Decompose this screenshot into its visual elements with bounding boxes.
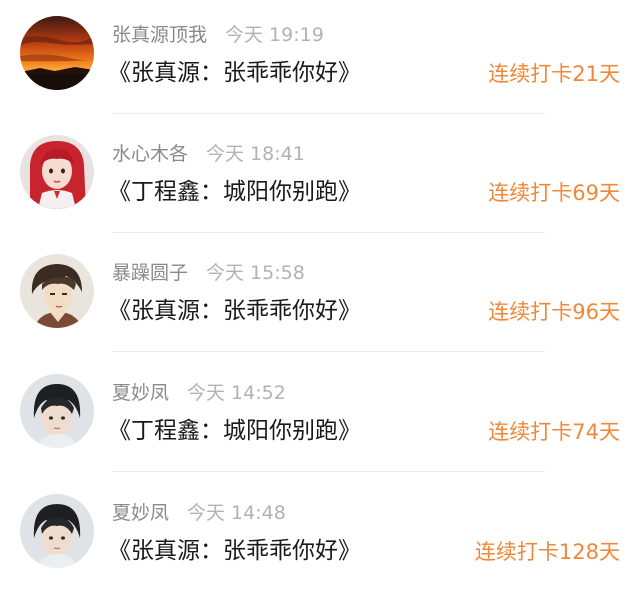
streak-badge: 连续打卡21天 [488,62,620,86]
sunset-avatar-icon [20,16,94,90]
boy-portrait-avatar-icon [20,494,94,568]
red-hair-girl-avatar-icon [20,135,94,209]
timestamp: 今天 18:41 [206,143,305,165]
anime-boy-avatar-icon [20,254,94,328]
list-item[interactable]: 暴躁圆子 今天 15:58 《张真源：张乖乖你好》 连续打卡96天 [0,232,640,352]
item-meta: 暴躁圆子 今天 15:58 [112,260,305,286]
streak-badge: 连续打卡69天 [488,181,620,205]
boy-portrait-avatar-icon [20,374,94,448]
list-item[interactable]: 夏妙凤 今天 14:48 《张真源：张乖乖你好》 连续打卡128天 [0,472,640,592]
username[interactable]: 夏妙凤 [112,382,169,404]
streak-badge: 连续打卡74天 [488,420,620,444]
avatar[interactable] [20,494,94,568]
username[interactable]: 水心木各 [112,143,188,165]
avatar[interactable] [20,135,94,209]
username[interactable]: 张真源顶我 [112,24,207,46]
timestamp: 今天 14:52 [187,382,286,404]
timestamp: 今天 14:48 [187,502,286,524]
avatar[interactable] [20,374,94,448]
streak-badge: 连续打卡96天 [488,300,620,324]
checkin-content[interactable]: 《张真源：张乖乖你好》 [108,535,361,567]
avatar[interactable] [20,16,94,90]
list-item[interactable]: 水心木各 今天 18:41 《丁程鑫：城阳你别跑》 连续打卡69天 [0,113,640,233]
checkin-content[interactable]: 《张真源：张乖乖你好》 [108,57,361,89]
item-meta: 水心木各 今天 18:41 [112,141,305,167]
item-meta: 夏妙凤 今天 14:52 [112,380,286,406]
username[interactable]: 夏妙凤 [112,502,169,524]
timestamp: 今天 19:19 [225,24,324,46]
item-meta: 夏妙凤 今天 14:48 [112,500,286,526]
avatar[interactable] [20,254,94,328]
streak-badge: 连续打卡128天 [474,540,620,564]
checkin-content[interactable]: 《丁程鑫：城阳你别跑》 [108,176,361,208]
list-item[interactable]: 夏妙凤 今天 14:52 《丁程鑫：城阳你别跑》 连续打卡74天 [0,352,640,472]
checkin-feed: 张真源顶我 今天 19:19 《张真源：张乖乖你好》 连续打卡21天 水心木各 今天… [0,0,640,600]
timestamp: 今天 15:58 [206,262,305,284]
checkin-content[interactable]: 《丁程鑫：城阳你别跑》 [108,415,361,447]
checkin-content[interactable]: 《张真源：张乖乖你好》 [108,295,361,327]
item-meta: 张真源顶我 今天 19:19 [112,22,324,48]
list-item[interactable]: 张真源顶我 今天 19:19 《张真源：张乖乖你好》 连续打卡21天 [0,0,640,114]
username[interactable]: 暴躁圆子 [112,262,188,284]
